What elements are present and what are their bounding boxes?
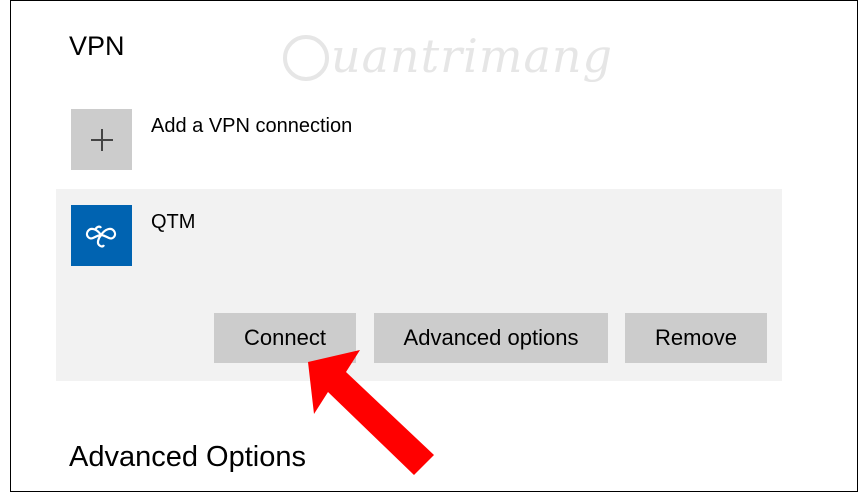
- remove-button[interactable]: Remove: [625, 313, 767, 363]
- watermark-logo-icon: [283, 35, 329, 81]
- vpn-infinity-icon: [71, 205, 132, 266]
- add-vpn-label: Add a VPN connection: [151, 115, 353, 137]
- watermark: uantrimang: [331, 29, 613, 83]
- vpn-connection-name: QTM: [151, 211, 196, 233]
- plus-icon: [71, 109, 132, 170]
- page-title: VPN: [69, 31, 125, 61]
- connect-button[interactable]: Connect: [214, 313, 356, 363]
- advanced-options-heading: Advanced Options: [69, 441, 306, 473]
- settings-window: VPN uantrimang Add a VPN connection QTM …: [10, 0, 858, 492]
- advanced-options-button[interactable]: Advanced options: [374, 313, 608, 363]
- add-vpn-connection-button[interactable]: Add a VPN connection: [71, 109, 371, 171]
- vpn-connection-item[interactable]: QTM Connect Advanced options Remove: [56, 189, 782, 381]
